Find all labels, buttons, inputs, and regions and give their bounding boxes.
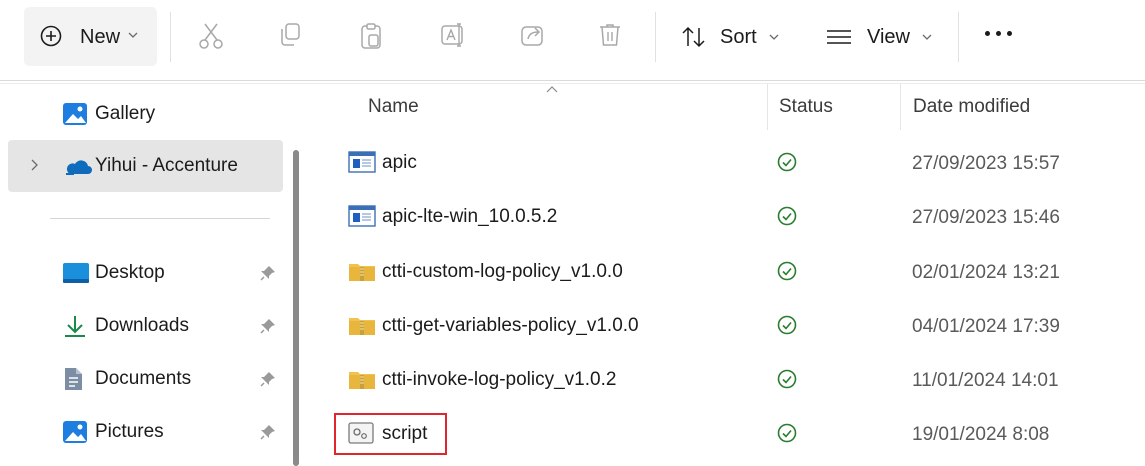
sort-icon — [682, 26, 705, 48]
chevron-down-icon — [128, 32, 138, 38]
sort-label: Sort — [720, 25, 757, 48]
chevron-down-icon — [922, 34, 932, 40]
file-row[interactable]: ctti-custom-log-policy_v1.0.0 02/01/2024… — [312, 245, 1145, 299]
sidebar-item-gallery[interactable]: Gallery — [8, 88, 283, 140]
new-label: New — [80, 26, 121, 48]
sidebar-divider — [50, 218, 270, 219]
pin-icon[interactable] — [259, 264, 277, 282]
available-status-icon — [777, 423, 797, 443]
application-icon — [348, 205, 376, 227]
chevron-right-icon — [31, 159, 38, 171]
sidebar-item-label: Yihui - Accenture — [95, 155, 238, 176]
sort-caret-icon — [546, 86, 558, 93]
toolbar-divider — [0, 80, 1145, 81]
file-date: 19/01/2024 8:08 — [912, 424, 1050, 445]
pictures-icon — [63, 421, 87, 443]
pin-icon[interactable] — [259, 370, 277, 388]
view-icon — [827, 30, 851, 44]
sidebar-item-pictures[interactable]: Pictures — [8, 406, 283, 458]
view-button[interactable]: View — [826, 10, 932, 64]
column-header-date[interactable]: Date modified — [913, 84, 1030, 130]
documents-icon — [65, 368, 82, 390]
toolbar-separator — [170, 12, 171, 62]
file-name: ctti-custom-log-policy_v1.0.0 — [382, 261, 623, 282]
file-name: ctti-get-variables-policy_v1.0.0 — [382, 315, 639, 336]
downloads-icon — [65, 316, 85, 337]
column-header-status[interactable]: Status — [779, 84, 833, 130]
sidebar-item-label: Pictures — [95, 421, 164, 442]
share-icon[interactable] — [520, 22, 546, 48]
file-date: 11/01/2024 14:01 — [912, 370, 1059, 391]
new-button[interactable]: New — [24, 7, 157, 66]
plus-circle-icon — [40, 25, 62, 47]
zip-folder-icon — [349, 372, 375, 389]
copy-icon[interactable] — [278, 22, 302, 48]
sidebar-item-documents[interactable]: Documents — [8, 353, 283, 405]
rename-icon[interactable] — [440, 22, 466, 48]
pin-icon[interactable] — [259, 423, 277, 441]
more-icon[interactable] — [985, 31, 1012, 36]
file-date: 27/09/2023 15:46 — [912, 207, 1060, 228]
navigation-pane: Gallery Yihui - Accenture Desktop Downlo… — [0, 84, 300, 466]
cut-icon[interactable] — [198, 22, 224, 50]
sidebar-item-label: Downloads — [95, 315, 189, 336]
sort-button[interactable]: Sort — [680, 10, 779, 64]
sidebar-item-label: Documents — [95, 368, 192, 389]
file-name: ctti-invoke-log-policy_v1.0.2 — [382, 369, 617, 390]
gallery-icon — [63, 103, 87, 125]
sidebar-item-label: Desktop — [95, 262, 165, 283]
available-status-icon — [777, 369, 797, 389]
command-bar: New Sort View — [0, 0, 1145, 76]
available-status-icon — [777, 261, 797, 281]
zip-folder-icon — [349, 264, 375, 281]
toolbar-separator — [958, 12, 959, 62]
file-name: apic-lte-win_10.0.5.2 — [382, 206, 558, 227]
column-separator[interactable] — [767, 84, 768, 130]
available-status-icon — [777, 206, 797, 226]
file-row[interactable]: ctti-invoke-log-policy_v1.0.2 11/01/2024… — [312, 353, 1145, 407]
column-separator[interactable] — [900, 84, 901, 130]
file-name: apic — [382, 152, 417, 173]
delete-icon[interactable] — [598, 22, 622, 48]
script-file-icon — [348, 422, 374, 444]
file-name: script — [382, 423, 428, 444]
file-list: Name Status Date modified apic 27/09/202… — [312, 84, 1145, 466]
sidebar-scrollbar[interactable] — [293, 150, 299, 466]
application-icon — [348, 151, 376, 173]
toolbar-separator — [655, 12, 656, 62]
available-status-icon — [777, 315, 797, 335]
paste-icon[interactable] — [359, 22, 383, 50]
file-date: 04/01/2024 17:39 — [912, 316, 1060, 337]
desktop-icon — [63, 263, 89, 283]
file-date: 02/01/2024 13:21 — [912, 262, 1060, 283]
zip-folder-icon — [349, 318, 375, 335]
sidebar-item-desktop[interactable]: Desktop — [8, 247, 283, 299]
view-label: View — [867, 25, 910, 48]
pin-icon[interactable] — [259, 317, 277, 335]
file-row[interactable]: apic 27/09/2023 15:57 — [312, 136, 1145, 190]
sidebar-item-onedrive[interactable]: Yihui - Accenture — [8, 140, 283, 192]
file-date: 27/09/2023 15:57 — [912, 153, 1060, 174]
file-row[interactable]: ctti-get-variables-policy_v1.0.0 04/01/2… — [312, 299, 1145, 353]
onedrive-icon — [66, 160, 92, 175]
sidebar-item-label: Gallery — [95, 103, 156, 124]
file-row[interactable]: apic-lte-win_10.0.5.2 27/09/2023 15:46 — [312, 190, 1145, 244]
sidebar-item-downloads[interactable]: Downloads — [8, 300, 283, 352]
chevron-down-icon — [769, 34, 779, 40]
available-status-icon — [777, 152, 797, 172]
column-header-name[interactable]: Name — [368, 84, 419, 130]
file-row[interactable]: script 19/01/2024 8:08 — [312, 407, 1145, 461]
